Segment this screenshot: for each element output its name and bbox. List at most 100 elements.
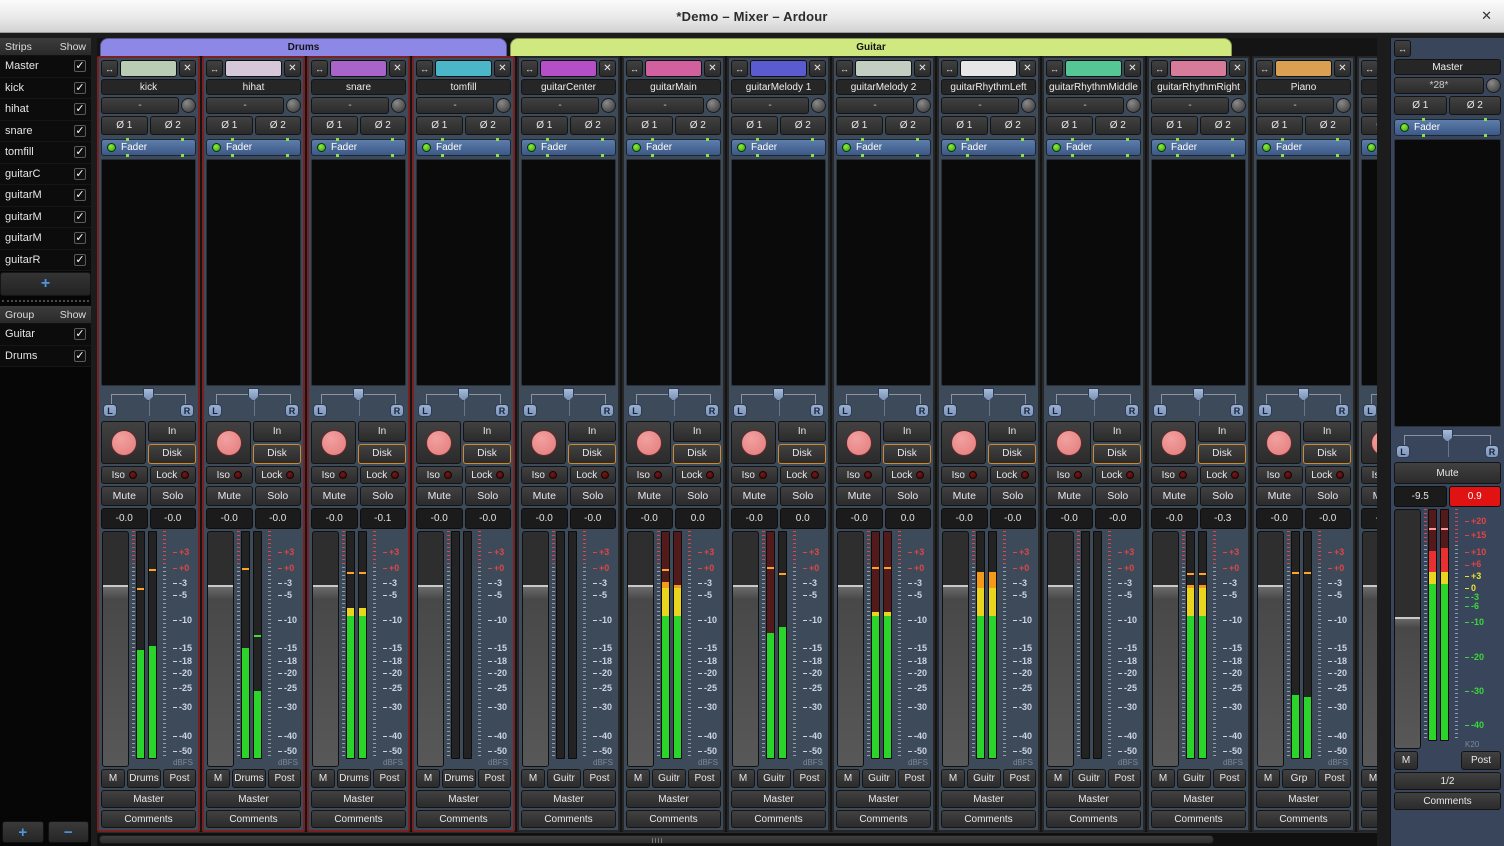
comments-button[interactable]: Comments: [731, 810, 826, 828]
comments-button[interactable]: Comments: [311, 810, 406, 828]
pan-widget[interactable]: L R: [101, 388, 196, 419]
pan-widget[interactable]: L R: [836, 388, 931, 419]
track-name-button[interactable]: snare: [311, 79, 406, 95]
pan-left-badge[interactable]: L: [103, 404, 117, 417]
pan-handle[interactable]: [983, 388, 994, 401]
processor-box[interactable]: [836, 159, 931, 386]
pan-widget[interactable]: L R: [731, 388, 826, 419]
trim-display-button[interactable]: -: [836, 97, 914, 114]
show-checkbox[interactable]: ✓: [74, 146, 86, 158]
monitor-disk-button[interactable]: Disk: [673, 444, 721, 465]
mono-button[interactable]: M: [101, 769, 125, 788]
mono-button[interactable]: M: [941, 769, 965, 788]
gain-fader[interactable]: [522, 531, 549, 767]
group-list-item[interactable]: Drums✓: [0, 346, 91, 368]
group-button[interactable]: Guitr: [862, 769, 896, 788]
pan-handle[interactable]: [143, 388, 154, 401]
mono-button[interactable]: M: [416, 769, 440, 788]
track-name-button[interactable]: guitarRhythmLeft: [941, 79, 1036, 95]
processor-active-led[interactable]: [422, 143, 431, 152]
mute-button[interactable]: Mute: [311, 486, 358, 506]
fader-processor[interactable]: Fader: [416, 139, 511, 156]
solo-isolate-button[interactable]: Iso: [1256, 466, 1303, 484]
peak-display[interactable]: -0.0: [570, 508, 617, 529]
mute-button[interactable]: Mute: [626, 486, 673, 506]
meter-point-button[interactable]: Post: [898, 769, 931, 788]
monitor-input-button[interactable]: In: [1303, 421, 1351, 442]
processor-box[interactable]: [101, 159, 196, 386]
phase1-button[interactable]: Ø 1: [521, 116, 568, 135]
trim-display-button[interactable]: -: [206, 97, 284, 114]
solo-lock-button[interactable]: Lock: [1200, 466, 1247, 484]
solo-isolate-button[interactable]: Iso: [836, 466, 883, 484]
pan-handle[interactable]: [1298, 388, 1309, 401]
solo-lock-button[interactable]: Lock: [465, 466, 512, 484]
phase2-button[interactable]: Ø 2: [570, 116, 617, 135]
gain-display[interactable]: -0.0: [206, 508, 253, 529]
peak-display[interactable]: -0.0: [1095, 508, 1142, 529]
processor-box[interactable]: [731, 159, 826, 386]
processor-box[interactable]: [1151, 159, 1246, 386]
peak-display[interactable]: 0.0: [675, 508, 722, 529]
scrollbar-handle[interactable]: [99, 835, 1214, 844]
master-narrow-button[interactable]: ↔: [1394, 40, 1411, 57]
fader-processor[interactable]: Fader: [731, 139, 826, 156]
gain-display[interactable]: -0.0: [521, 508, 568, 529]
fader-processor[interactable]: Fader: [311, 139, 406, 156]
track-color-bar[interactable]: [225, 60, 282, 77]
group-button[interactable]: Guitr: [547, 769, 581, 788]
group-button[interactable]: Guitr: [757, 769, 791, 788]
phase1-button[interactable]: Ø 1: [1046, 116, 1093, 135]
track-color-bar[interactable]: [330, 60, 387, 77]
processor-active-led[interactable]: [1400, 123, 1409, 132]
solo-button[interactable]: Solo: [150, 486, 197, 506]
gain-display[interactable]: -0.0: [416, 508, 463, 529]
processor-box[interactable]: [626, 159, 721, 386]
add-group-button[interactable]: +: [2, 821, 44, 843]
pan-handle[interactable]: [878, 388, 889, 401]
monitor-disk-button[interactable]: Disk: [148, 444, 196, 465]
mute-button[interactable]: Mute: [101, 486, 148, 506]
solo-lock-button[interactable]: Lock: [255, 466, 302, 484]
window-close-icon[interactable]: ✕: [1481, 8, 1492, 24]
track-name-button[interactable]: guitarCenter: [521, 79, 616, 95]
peak-display[interactable]: 0.0: [885, 508, 932, 529]
monitor-disk-button[interactable]: Disk: [1198, 444, 1246, 465]
track-color-bar[interactable]: [750, 60, 807, 77]
mute-button[interactable]: Mute: [1151, 486, 1198, 506]
pan-handle[interactable]: [1088, 388, 1099, 401]
processor-box[interactable]: [941, 159, 1036, 386]
solo-button[interactable]: Solo: [1095, 486, 1142, 506]
mono-button[interactable]: M: [836, 769, 860, 788]
phase2-button[interactable]: Ø 2: [990, 116, 1037, 135]
track-name-button[interactable]: guitarMain: [626, 79, 721, 95]
fader-processor[interactable]: Fader: [521, 139, 616, 156]
phase1-button[interactable]: Ø 1: [1361, 116, 1377, 135]
track-name-button[interactable]: hihat: [206, 79, 301, 95]
pan-left-badge[interactable]: L: [208, 404, 222, 417]
record-arm-button[interactable]: [941, 421, 986, 464]
record-arm-button[interactable]: [101, 421, 146, 464]
show-checkbox[interactable]: ✓: [74, 82, 86, 94]
solo-button[interactable]: Solo: [570, 486, 617, 506]
meter-point-button[interactable]: Post: [163, 769, 196, 788]
master-phase2-button[interactable]: Ø 2: [1449, 96, 1502, 115]
mute-button[interactable]: Mute: [521, 486, 568, 506]
monitor-input-button[interactable]: In: [778, 421, 826, 442]
fader-processor[interactable]: Fader: [101, 139, 196, 156]
trim-knob[interactable]: [181, 98, 196, 113]
pan-handle[interactable]: [563, 388, 574, 401]
strip-list-item[interactable]: guitarR✓: [0, 250, 91, 272]
master-meter-point-button[interactable]: Post: [1461, 751, 1501, 770]
master-name-button[interactable]: Master: [1394, 59, 1501, 75]
pan-right-badge[interactable]: R: [1020, 404, 1034, 417]
master-io-button[interactable]: *28*: [1394, 77, 1484, 94]
processor-box[interactable]: [1361, 159, 1377, 386]
solo-lock-button[interactable]: Lock: [1095, 466, 1142, 484]
mono-button[interactable]: M: [1256, 769, 1280, 788]
record-arm-button[interactable]: [1361, 421, 1377, 464]
narrow-strip-button[interactable]: ↔: [1151, 60, 1168, 77]
master-gain-display[interactable]: -9.5: [1394, 486, 1447, 507]
solo-isolate-button[interactable]: Iso: [206, 466, 253, 484]
show-checkbox[interactable]: ✓: [74, 232, 86, 244]
